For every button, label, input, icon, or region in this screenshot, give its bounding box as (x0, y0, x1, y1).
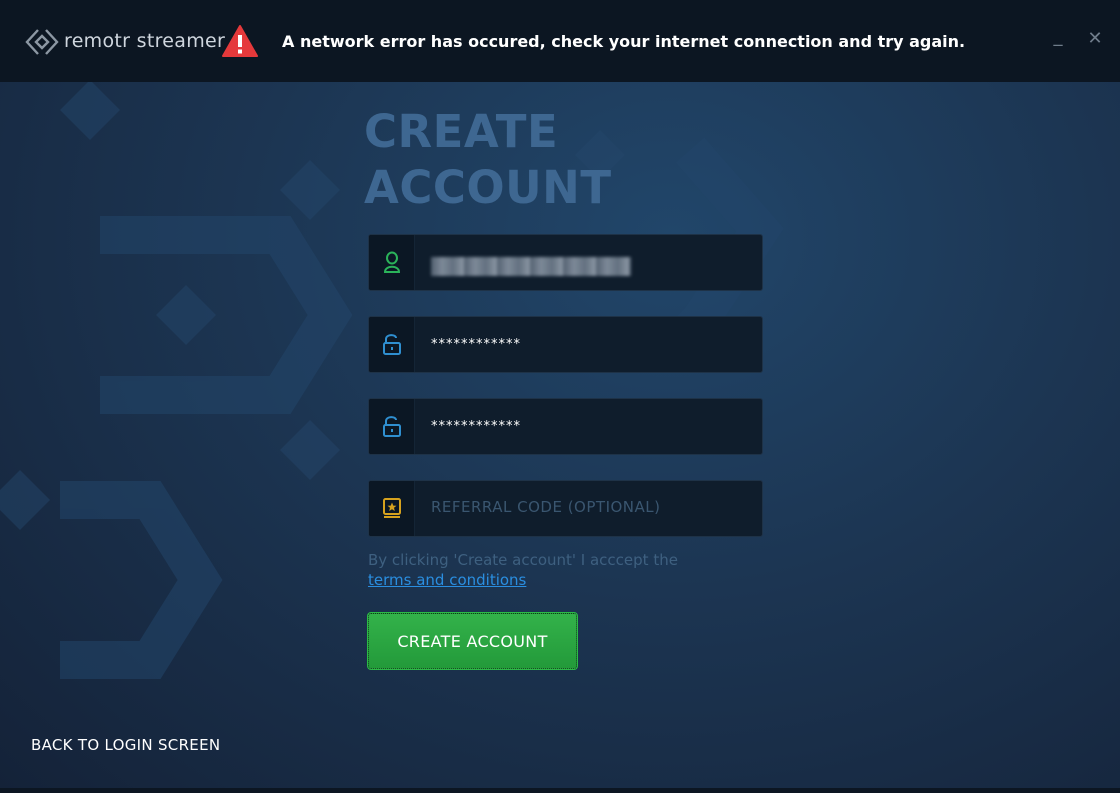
terms-notice: By clicking 'Create account' I acccept t… (368, 550, 688, 590)
confirm-password-field[interactable] (368, 398, 763, 455)
create-account-button[interactable]: CREATE ACCOUNT (367, 612, 578, 670)
app-name: remotr streamer (64, 30, 226, 52)
confirm-password-input[interactable] (431, 399, 751, 454)
password-input[interactable] (431, 317, 751, 372)
terms-link[interactable]: terms and conditions (368, 571, 526, 589)
referral-badge-icon (383, 498, 401, 518)
unlock-icon (383, 416, 401, 437)
back-to-login-link[interactable]: BACK TO LOGIN SCREEN (31, 736, 220, 754)
remotr-logo-icon (25, 29, 59, 55)
page-title-line1: CREATE (364, 105, 559, 158)
confirm-password-icon-box (369, 399, 415, 454)
user-icon (383, 251, 401, 273)
warning-icon (222, 25, 258, 57)
title-bar: remotr streamer A network error has occu… (0, 0, 1120, 82)
page-title-line2: ACCOUNT (364, 161, 612, 214)
terms-text: By clicking 'Create account' I acccept t… (368, 551, 678, 569)
page-title: CREATE ACCOUNT (364, 104, 612, 216)
unlock-icon (383, 334, 401, 355)
network-error-message: A network error has occured, check your … (282, 32, 966, 51)
referral-code-field[interactable] (368, 480, 763, 537)
app-window: remotr streamer A network error has occu… (0, 0, 1120, 793)
minimize-button[interactable]: _ (1047, 26, 1069, 48)
password-field[interactable] (368, 316, 763, 373)
close-button[interactable]: ✕ (1084, 28, 1106, 50)
username-field[interactable] (368, 234, 763, 291)
username-icon-box (369, 235, 415, 290)
referral-icon-box (369, 481, 415, 536)
bottom-border (0, 788, 1120, 793)
referral-code-input[interactable] (431, 481, 751, 536)
password-icon-box (369, 317, 415, 372)
username-input[interactable] (431, 235, 751, 290)
